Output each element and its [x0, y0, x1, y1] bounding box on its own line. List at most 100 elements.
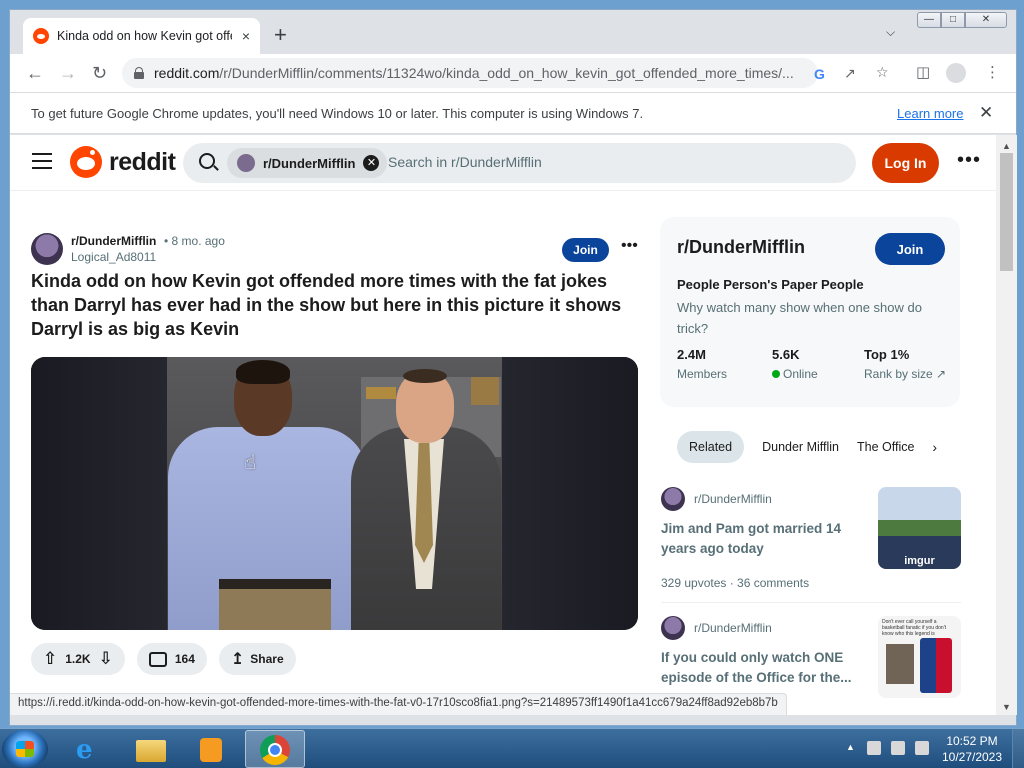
google-lens-icon[interactable]: G — [814, 66, 825, 82]
clock-time[interactable]: 10:52 PM — [944, 734, 1000, 748]
share-button[interactable]: ↥ Share — [218, 643, 296, 675]
thumbnail-label: imgur — [904, 555, 935, 567]
media-player-icon[interactable] — [182, 730, 238, 768]
network-icon[interactable] — [891, 741, 905, 755]
infobar-close-icon[interactable]: ✕ — [979, 103, 993, 123]
status-bar-url: https://i.redd.it/kinda-odd-on-how-kevin… — [10, 693, 787, 715]
hand-cursor-icon: ☝ — [244, 452, 257, 474]
side-panel-icon[interactable]: ◫ — [916, 63, 930, 81]
infobar-message: To get future Google Chrome updates, you… — [31, 105, 644, 121]
comments-button[interactable]: 164 — [136, 643, 207, 675]
file-explorer-icon[interactable] — [122, 730, 178, 768]
url-text[interactable]: reddit.com/r/DunderMifflin/comments/1132… — [154, 65, 794, 81]
subreddit-avatar — [661, 487, 685, 511]
post-subreddit-link[interactable]: r/DunderMifflin — [71, 234, 156, 248]
tray-expand-icon[interactable]: ▲ — [846, 742, 855, 752]
vote-count: 1.2K — [65, 652, 91, 666]
browser-window: Kinda odd on how Kevin got offe × + ⌵ — … — [9, 9, 1017, 726]
post-more-icon[interactable]: ••• — [621, 237, 638, 255]
post-join-button[interactable]: Join — [562, 238, 609, 262]
community-join-button[interactable]: Join — [875, 233, 945, 265]
post-age: • 8 mo. ago — [164, 234, 225, 248]
chip-clear-icon[interactable]: ✕ — [363, 155, 380, 171]
upvote-icon[interactable]: ⇧ — [43, 649, 57, 669]
page-scrollbar[interactable]: ▲ ▼ — [996, 135, 1017, 715]
url-path: /r/DunderMifflin/comments/11324wo/kinda_… — [219, 65, 794, 81]
lock-icon[interactable] — [134, 67, 144, 79]
tab-search-chevron-icon[interactable]: ⌵ — [886, 25, 895, 40]
post-title: Kinda odd on how Kevin got offended more… — [31, 271, 622, 339]
start-button[interactable] — [2, 730, 48, 768]
page-viewport: reddit r/DunderMifflin ✕ Log In ••• r/Du… — [10, 135, 996, 715]
stat-label[interactable]: Rank by size ↗ — [864, 367, 946, 381]
tab-the-office[interactable]: The Office — [857, 440, 914, 454]
stat-value: Top 1% — [864, 347, 910, 362]
reddit-logo-icon[interactable] — [70, 146, 102, 178]
community-tagline: People Person's Paper People — [677, 277, 864, 292]
tab-close-icon[interactable]: × — [242, 28, 250, 44]
tab-dunder-mifflin[interactable]: Dunder Mifflin — [762, 440, 839, 454]
person-left-pants — [219, 589, 331, 630]
online-dot-icon — [772, 370, 780, 378]
related-title[interactable]: If you could only watch ONE episode of t… — [661, 648, 861, 688]
browser-toolbar: ← → ↻ reddit.com/r/DunderMifflin/comment… — [10, 54, 1016, 92]
login-button[interactable]: Log In — [872, 143, 939, 183]
forward-arrow-icon[interactable]: → — [59, 63, 77, 83]
share-page-icon[interactable]: ↗ — [844, 65, 856, 82]
hamburger-menu-icon[interactable] — [32, 153, 52, 169]
related-subreddit[interactable]: r/DunderMifflin — [694, 621, 772, 635]
image-box — [471, 377, 499, 405]
community-sidebar: r/DunderMifflin Join People Person's Pap… — [660, 217, 960, 407]
tab-related[interactable]: Related — [677, 431, 745, 463]
related-title[interactable]: Jim and Pam got married 14 years ago tod… — [661, 519, 861, 559]
internet-explorer-icon[interactable]: e — [60, 730, 116, 768]
address-bar[interactable]: reddit.com/r/DunderMifflin/comments/1132… — [122, 58, 818, 88]
post-author-link[interactable]: Logical_Ad8011 — [71, 250, 156, 264]
post-actions: ⇧ 1.2K ⇩ 164 ↥ Share — [31, 643, 296, 675]
back-arrow-icon[interactable]: ← — [26, 63, 44, 83]
related-thumbnail[interactable]: imgur — [878, 487, 961, 569]
chrome-menu-icon[interactable]: ⋮ — [985, 63, 1000, 81]
new-tab-button[interactable]: + — [274, 24, 287, 46]
reload-icon[interactable]: ↻ — [92, 63, 107, 83]
reddit-header: reddit r/DunderMifflin ✕ Log In ••• — [10, 135, 996, 191]
share-label: Share — [250, 652, 284, 666]
browser-tab[interactable]: Kinda odd on how Kevin got offe × — [23, 18, 260, 54]
related-subreddit[interactable]: r/DunderMifflin — [694, 492, 772, 506]
stat-value: 2.4M — [677, 347, 706, 362]
person-right-hair — [403, 369, 447, 383]
more-options-icon[interactable]: ••• — [957, 149, 981, 172]
chevron-right-icon[interactable]: › — [932, 439, 937, 455]
action-center-icon[interactable] — [867, 741, 881, 755]
profile-avatar-icon[interactable] — [946, 63, 966, 83]
downvote-icon[interactable]: ⇩ — [99, 649, 113, 669]
scroll-up-icon[interactable]: ▲ — [1002, 141, 1011, 151]
community-name[interactable]: r/DunderMifflin — [677, 237, 805, 258]
subreddit-search-chip[interactable]: r/DunderMifflin ✕ — [227, 148, 388, 178]
show-desktop-button[interactable] — [1012, 729, 1024, 768]
search-input[interactable] — [388, 154, 808, 170]
comment-icon — [148, 651, 167, 667]
stat-online: 5.6K Online — [772, 347, 818, 381]
window-minimize-button[interactable]: — — [917, 12, 941, 28]
comment-count: 164 — [174, 652, 195, 666]
stat-members: 2.4M Members — [677, 347, 727, 381]
post-image[interactable]: ☝ — [31, 357, 638, 630]
reddit-wordmark[interactable]: reddit — [109, 148, 176, 177]
search-bar[interactable]: r/DunderMifflin ✕ — [183, 143, 856, 183]
related-thumbnail[interactable]: Don't ever call yourself a basketball fa… — [878, 616, 961, 698]
window-close-button[interactable]: ✕ — [965, 12, 1007, 28]
chrome-taskbar-icon[interactable] — [245, 730, 305, 768]
learn-more-link[interactable]: Learn more — [897, 106, 963, 121]
tab-title: Kinda odd on how Kevin got offe — [57, 29, 232, 43]
subreddit-avatar — [237, 154, 255, 172]
volume-icon[interactable] — [915, 741, 929, 755]
divider — [661, 602, 961, 603]
clock-date[interactable]: 10/27/2023 — [939, 750, 1005, 764]
scroll-down-icon[interactable]: ▼ — [1002, 702, 1011, 712]
windows-taskbar: e ▲ 10:52 PM 10/27/2023 — [0, 728, 1024, 768]
subreddit-avatar[interactable] — [31, 233, 63, 265]
bookmark-star-icon[interactable]: ☆ — [876, 64, 889, 81]
scrollbar-thumb[interactable] — [1000, 153, 1013, 271]
window-maximize-button[interactable]: □ — [941, 12, 965, 28]
